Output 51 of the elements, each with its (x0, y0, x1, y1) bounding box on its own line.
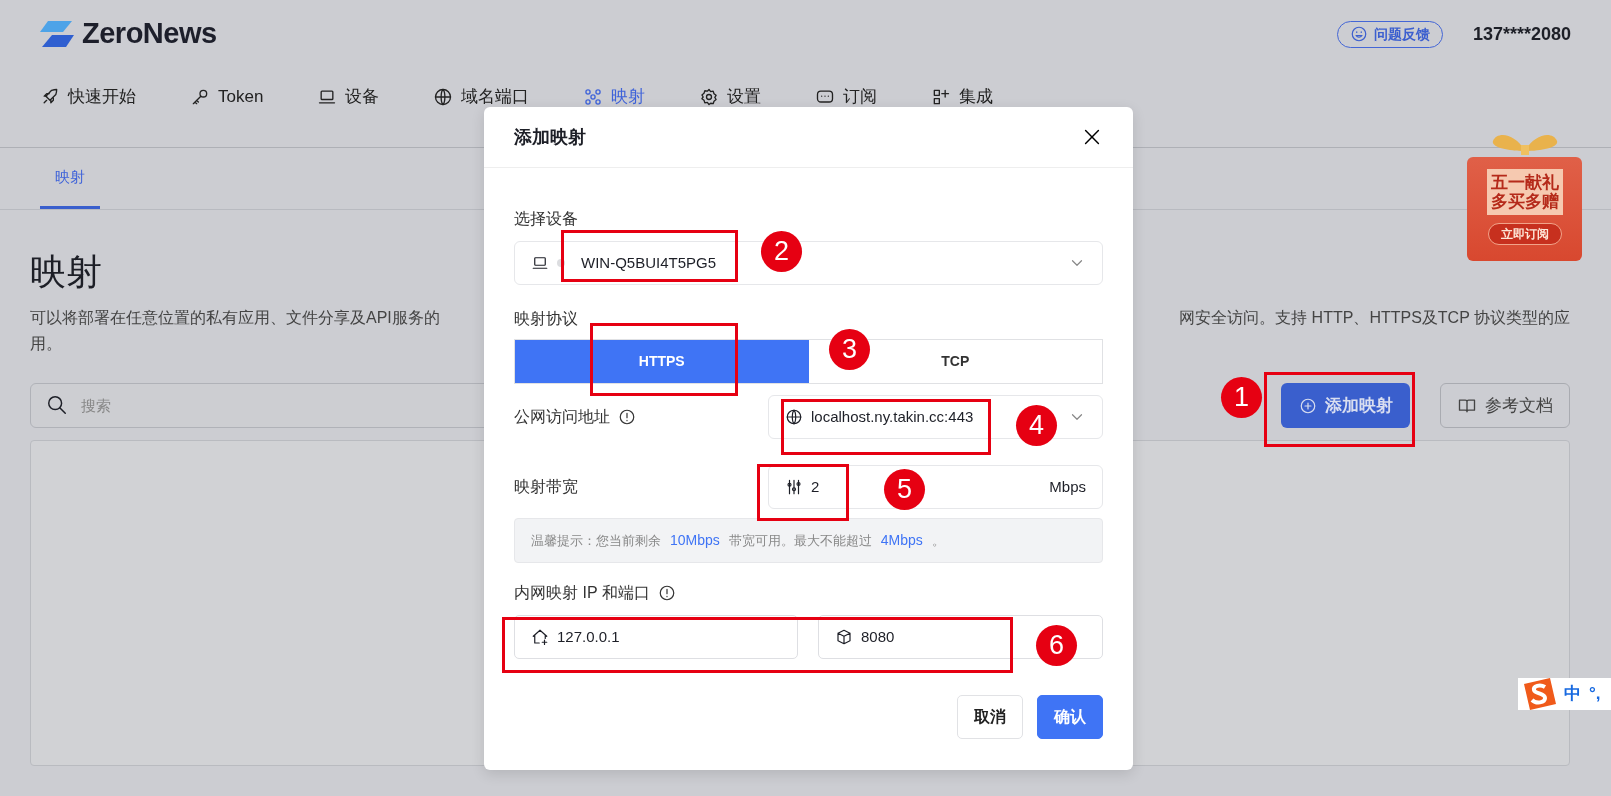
promo-text: 多买多赠 (1486, 192, 1563, 215)
logo-icon (40, 21, 74, 47)
hint-value: 10Mbps (670, 531, 720, 550)
home-icon (531, 628, 549, 646)
promo-text: 五一献礼 (1486, 169, 1563, 192)
field-label: 映射协议 (514, 309, 578, 329)
confirm-button[interactable]: 确认 (1037, 695, 1103, 739)
description-text: 网安全访问。支持 HTTP、HTTPS及TCP 协议类型的应 (1179, 308, 1570, 329)
user-account[interactable]: 137****2080 (1472, 20, 1571, 48)
search-icon (46, 394, 68, 417)
info-icon (618, 408, 636, 426)
smiley-icon (1349, 25, 1368, 43)
info-icon (657, 584, 676, 602)
status-dot-icon (557, 259, 565, 267)
field-label: 选择设备 (514, 209, 578, 229)
plus-circle-icon (1298, 396, 1317, 415)
nav-tab[interactable]: 域名端口 (433, 84, 530, 110)
globe-icon (433, 86, 454, 107)
page-title: 映射 (30, 250, 102, 294)
hint-value: 4Mbps (880, 531, 923, 550)
sliders-icon (785, 478, 803, 496)
laptop-icon (531, 254, 549, 272)
ime-mode[interactable]: 中 (1564, 681, 1581, 707)
field-label: 映射带宽 (514, 477, 578, 497)
nav-tab[interactable]: Token (190, 84, 264, 110)
hint-text: 温馨提示：您当前剩余 (531, 531, 661, 550)
cube-icon (835, 628, 853, 646)
nav-tab[interactable]: 集成 (931, 84, 994, 110)
annotation-number: 1 (1221, 377, 1262, 418)
docs-button[interactable]: 参考文档 (1440, 383, 1570, 429)
nav-tab[interactable]: 快速开始 (40, 84, 136, 110)
nav-tab[interactable]: 设备 (317, 84, 380, 110)
description-text: 可以将部署在任意位置的私有应用、文件分享及API服务的 (30, 308, 440, 329)
nav-tab[interactable]: 设置 (699, 84, 762, 110)
field-label: 内网映射 IP 和端口 (514, 583, 650, 603)
description-text: 用。 (30, 334, 62, 355)
gift-banner[interactable]: 五一献礼 多买多赠 立即订阅 (1467, 157, 1582, 261)
nodes-icon (583, 86, 604, 107)
www-globe-icon (785, 408, 803, 426)
cancel-button[interactable]: 取消 (957, 695, 1023, 739)
add-mapping-button[interactable]: 添加映射 (1281, 383, 1410, 429)
gear-icon (699, 86, 720, 107)
logo-text: ZeroNews (82, 16, 217, 52)
protocol-option[interactable]: HTTPS (515, 340, 809, 383)
ime-punctuation[interactable]: °, (1589, 681, 1601, 707)
dialog-title: 添加映射 (514, 125, 586, 149)
hint-text: 带宽可用。最大不能超过 (728, 531, 872, 550)
hint-text: 。 (931, 531, 945, 550)
ip-field[interactable]: 127.0.0.1 (514, 615, 798, 659)
subscribe-button[interactable]: 立即订阅 (1487, 223, 1562, 245)
nav-tab[interactable]: 订阅 (815, 84, 878, 110)
